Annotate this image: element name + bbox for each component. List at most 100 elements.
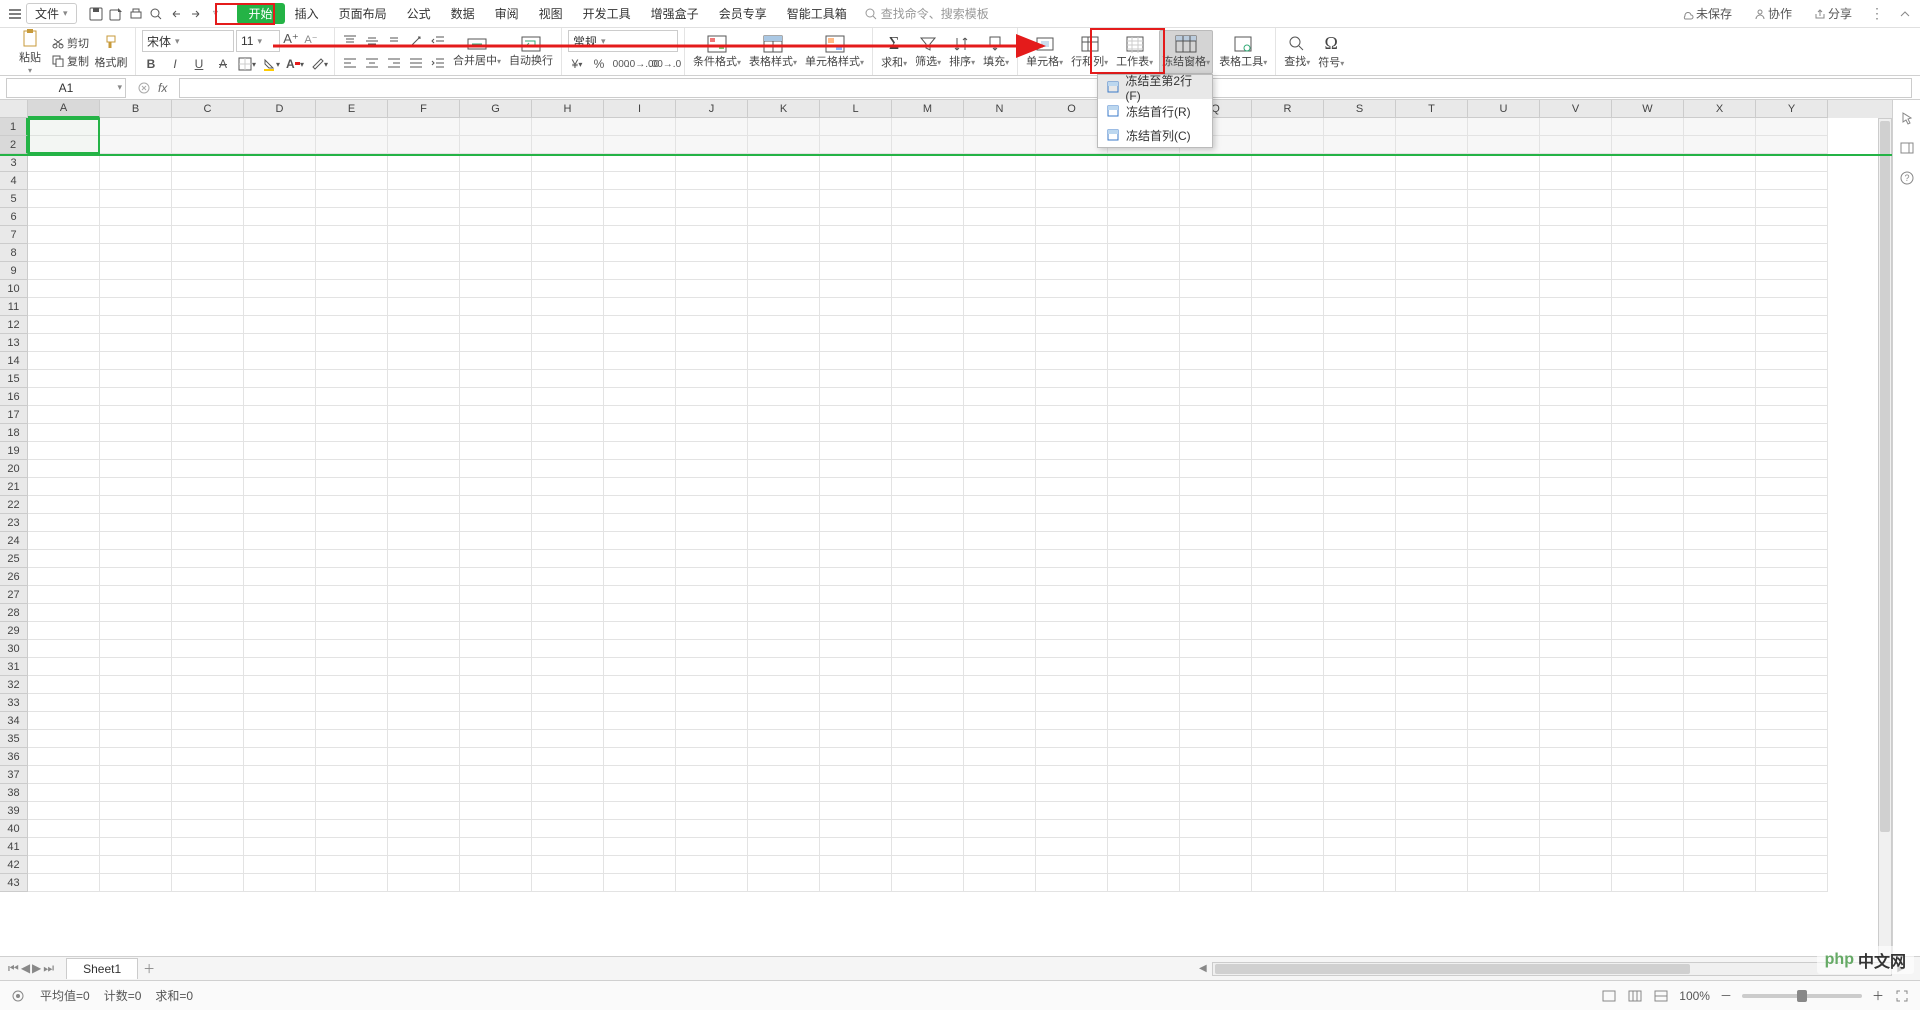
cell[interactable] [820, 856, 892, 874]
cell[interactable] [1756, 874, 1828, 892]
cell[interactable] [1108, 640, 1180, 658]
cell[interactable] [1108, 856, 1180, 874]
row-header[interactable]: 43 [0, 874, 28, 892]
cell[interactable] [1108, 748, 1180, 766]
cell[interactable] [1468, 280, 1540, 298]
cell[interactable] [1468, 316, 1540, 334]
cell[interactable] [532, 118, 604, 136]
cell[interactable] [964, 874, 1036, 892]
cell[interactable] [676, 298, 748, 316]
cell[interactable] [532, 154, 604, 172]
cell[interactable] [676, 784, 748, 802]
cell[interactable] [1468, 406, 1540, 424]
cell[interactable] [964, 280, 1036, 298]
cell[interactable] [1612, 496, 1684, 514]
cell[interactable] [1468, 226, 1540, 244]
cell[interactable] [460, 406, 532, 424]
cell[interactable] [892, 208, 964, 226]
cell[interactable] [892, 550, 964, 568]
cell[interactable] [892, 784, 964, 802]
cell[interactable] [1396, 298, 1468, 316]
cell[interactable] [1468, 118, 1540, 136]
cell[interactable] [388, 658, 460, 676]
cell[interactable] [1324, 856, 1396, 874]
row-header[interactable]: 35 [0, 730, 28, 748]
cell[interactable] [676, 874, 748, 892]
row-header[interactable]: 10 [0, 280, 28, 298]
cell[interactable] [1684, 334, 1756, 352]
cell[interactable] [1036, 244, 1108, 262]
cell[interactable] [604, 586, 676, 604]
cell[interactable] [460, 136, 532, 154]
cell[interactable] [1612, 694, 1684, 712]
cell[interactable] [1396, 406, 1468, 424]
cell[interactable] [1612, 748, 1684, 766]
cell[interactable] [1468, 676, 1540, 694]
cell[interactable] [1396, 748, 1468, 766]
cell[interactable] [460, 424, 532, 442]
cell[interactable] [28, 334, 100, 352]
cell[interactable] [964, 586, 1036, 604]
cell[interactable] [1324, 334, 1396, 352]
cell[interactable] [316, 316, 388, 334]
cell[interactable] [28, 874, 100, 892]
qat-undo-icon[interactable] [167, 5, 185, 23]
cell[interactable] [532, 640, 604, 658]
cell[interactable] [892, 460, 964, 478]
cell[interactable] [172, 874, 244, 892]
cell[interactable] [1324, 460, 1396, 478]
cell[interactable] [1252, 226, 1324, 244]
cell[interactable] [1036, 586, 1108, 604]
cell[interactable] [1036, 640, 1108, 658]
row-header[interactable]: 24 [0, 532, 28, 550]
cell[interactable] [172, 208, 244, 226]
cell[interactable] [1180, 190, 1252, 208]
cell[interactable] [1756, 568, 1828, 586]
cell[interactable] [1324, 370, 1396, 388]
col-header[interactable]: M [892, 100, 964, 118]
cell[interactable] [316, 550, 388, 568]
row-header[interactable]: 2 [0, 136, 28, 154]
cell[interactable] [316, 154, 388, 172]
cell[interactable] [28, 586, 100, 604]
cell[interactable] [1468, 334, 1540, 352]
cell[interactable] [1108, 838, 1180, 856]
cell[interactable] [460, 622, 532, 640]
cell[interactable] [316, 532, 388, 550]
cell[interactable] [1108, 190, 1180, 208]
cell[interactable] [1036, 838, 1108, 856]
cell[interactable] [1252, 334, 1324, 352]
cell[interactable] [100, 676, 172, 694]
cell[interactable] [100, 388, 172, 406]
cell[interactable] [1180, 406, 1252, 424]
cell[interactable] [100, 478, 172, 496]
cell[interactable] [820, 406, 892, 424]
cell[interactable] [1684, 838, 1756, 856]
cell[interactable] [604, 658, 676, 676]
cell[interactable] [100, 334, 172, 352]
cell[interactable] [1684, 172, 1756, 190]
cell[interactable] [892, 676, 964, 694]
cell[interactable] [1468, 352, 1540, 370]
cell[interactable] [892, 640, 964, 658]
cell[interactable] [1540, 694, 1612, 712]
cell[interactable] [1324, 496, 1396, 514]
row-col-button[interactable]: 行和列▾ [1069, 30, 1110, 74]
cell[interactable] [1036, 208, 1108, 226]
cell[interactable] [964, 784, 1036, 802]
cell[interactable] [532, 622, 604, 640]
cell[interactable] [172, 352, 244, 370]
cell[interactable] [532, 172, 604, 190]
cell[interactable] [388, 460, 460, 478]
cell[interactable] [1252, 298, 1324, 316]
cell[interactable] [604, 604, 676, 622]
cell[interactable] [1180, 766, 1252, 784]
cell[interactable] [100, 154, 172, 172]
cell[interactable] [1108, 262, 1180, 280]
cell[interactable] [388, 568, 460, 586]
cell[interactable] [100, 820, 172, 838]
cell[interactable] [1540, 784, 1612, 802]
cell[interactable] [1396, 442, 1468, 460]
freeze-menu-item-0[interactable]: 冻结至第2行(F) [1098, 75, 1212, 99]
cell[interactable] [892, 730, 964, 748]
